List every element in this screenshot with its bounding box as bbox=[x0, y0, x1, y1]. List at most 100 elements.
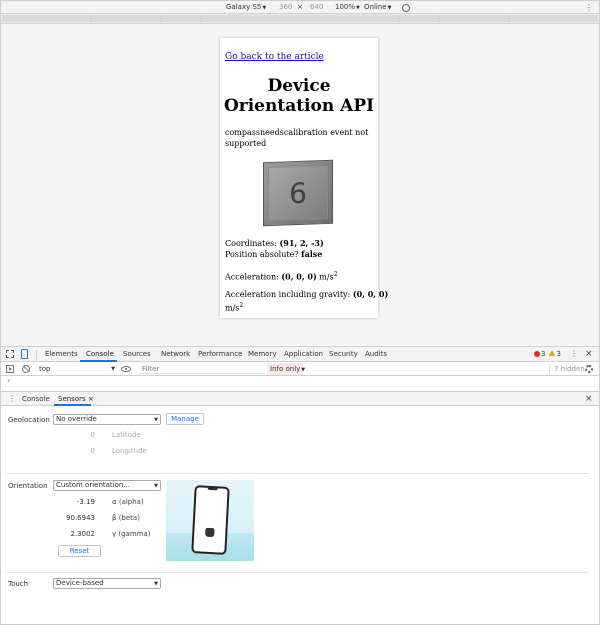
console-toolbar: top▼ Info only▼ 7 hidden bbox=[1, 362, 599, 376]
issues-counter[interactable]: 33 bbox=[534, 350, 561, 358]
divider bbox=[6, 473, 589, 474]
orientation-preview[interactable] bbox=[166, 480, 254, 561]
beta-label: β (beta) bbox=[112, 514, 140, 522]
unit-exponent: 2 bbox=[239, 302, 244, 309]
reset-button[interactable]: Reset bbox=[58, 545, 101, 557]
chevron-down-icon: ▼ bbox=[301, 367, 306, 373]
beta-input[interactable]: 90.6943 bbox=[51, 514, 95, 522]
chevron-down-icon: ▼ bbox=[154, 483, 158, 489]
position-absolute-line: Position absolute? false bbox=[225, 249, 322, 260]
error-count: 3 bbox=[541, 350, 546, 358]
geolocation-select[interactable]: No override ▼ bbox=[53, 414, 161, 425]
close-drawer-icon[interactable]: × bbox=[585, 395, 593, 404]
clear-console-icon[interactable] bbox=[22, 365, 30, 373]
chevron-down-icon: ▼ bbox=[111, 366, 115, 372]
drawer-tab-sensors[interactable]: Sensors × bbox=[58, 395, 94, 404]
chevron-down-icon: ▼ bbox=[387, 5, 392, 11]
context-value: top bbox=[39, 365, 51, 373]
tab-application[interactable]: Application bbox=[284, 350, 323, 359]
zoom-select[interactable]: 100%▼ bbox=[335, 3, 360, 13]
unit-exponent: 2 bbox=[333, 271, 338, 278]
tab-elements[interactable]: Elements bbox=[45, 350, 78, 359]
hidden-count: 7 hidden bbox=[549, 364, 585, 374]
geolocation-label: Geolocation bbox=[8, 416, 50, 424]
orientation-label: Orientation bbox=[8, 482, 48, 490]
cube-face-label: 6 bbox=[289, 176, 307, 211]
media-query-ruler bbox=[1, 14, 599, 24]
device-toggle-icon[interactable] bbox=[21, 349, 28, 359]
console-output[interactable]: › bbox=[1, 376, 599, 390]
sidebar-toggle-icon[interactable] bbox=[6, 365, 14, 373]
tab-audits[interactable]: Audits bbox=[365, 350, 387, 359]
sensors-panel: Geolocation No override ▼ Manage 0 Latitu… bbox=[1, 406, 599, 624]
orientation-select[interactable]: Custom orientation... ▼ bbox=[53, 480, 161, 491]
filter-input[interactable] bbox=[139, 364, 265, 374]
gear-icon[interactable] bbox=[585, 365, 593, 373]
tab-performance[interactable]: Performance bbox=[198, 350, 242, 359]
network-select[interactable]: Online▼ bbox=[364, 3, 391, 13]
touch-label: Touch bbox=[8, 580, 29, 588]
acceleration-line: Acceleration: (0, 0, 0) m/s2 bbox=[225, 269, 338, 283]
log-levels-select[interactable]: Info only▼ bbox=[267, 363, 306, 375]
ruler-segment[interactable] bbox=[201, 15, 399, 22]
manage-button[interactable]: Manage bbox=[166, 413, 204, 425]
tab-memory[interactable]: Memory bbox=[248, 350, 276, 359]
levels-value: Info only bbox=[270, 365, 301, 373]
width-input[interactable]: 360 bbox=[279, 3, 292, 12]
position-absolute-value: false bbox=[301, 249, 323, 259]
drawer-tab-label: Sensors bbox=[58, 395, 86, 403]
acceleration-gravity-unit: m/s bbox=[225, 303, 240, 313]
devtools-tabbar: Elements Console Sources Network Perform… bbox=[1, 346, 599, 362]
latitude-label: Latitude bbox=[112, 431, 141, 439]
acceleration-gravity-label: Acceleration including gravity: bbox=[225, 290, 353, 299]
tab-network[interactable]: Network bbox=[161, 350, 190, 359]
tab-security[interactable]: Security bbox=[329, 350, 358, 359]
warning-count: 3 bbox=[556, 350, 561, 358]
drawer-menu-icon[interactable]: ⋮ bbox=[8, 395, 16, 403]
longitude-input[interactable]: 0 bbox=[51, 447, 95, 455]
warning-icon bbox=[549, 350, 556, 356]
drawer-tab-console[interactable]: Console bbox=[22, 395, 50, 404]
tab-sources[interactable]: Sources bbox=[123, 350, 151, 359]
phone-notch bbox=[207, 487, 218, 491]
tab-console[interactable]: Console bbox=[86, 350, 114, 359]
calibration-warning: compassneedscalibration event not suppor… bbox=[225, 128, 369, 148]
phone-model bbox=[191, 485, 230, 555]
context-select[interactable]: top ▼ bbox=[39, 364, 115, 374]
close-tab-icon[interactable]: × bbox=[88, 395, 94, 403]
touch-value: Device-based bbox=[56, 579, 104, 587]
height-input[interactable]: 640 bbox=[310, 3, 323, 12]
device-name: Galaxy S5 bbox=[226, 3, 262, 11]
position-absolute-label: Position absolute? bbox=[225, 250, 302, 259]
acceleration-gravity-line: Acceleration including gravity: (0, 0, 0… bbox=[225, 289, 388, 300]
chevron-down-icon: ▼ bbox=[154, 581, 158, 587]
zoom-value: 100% bbox=[335, 3, 356, 11]
network-value: Online bbox=[364, 3, 387, 11]
eye-icon[interactable] bbox=[121, 366, 131, 372]
prompt-icon: › bbox=[7, 376, 11, 385]
chevron-down-icon: ▼ bbox=[262, 5, 267, 11]
divider bbox=[36, 350, 37, 360]
emulated-page: Go back to the article Device Orientatio… bbox=[220, 38, 388, 318]
gamma-input[interactable]: 2.3002 bbox=[51, 530, 96, 538]
device-toolbar: Galaxy S5▼ 360 × 640 100%▼ Online▼ ⋮ bbox=[1, 1, 599, 14]
touch-select[interactable]: Device-based ▼ bbox=[53, 578, 161, 589]
close-devtools-icon[interactable]: × bbox=[585, 350, 593, 359]
geolocation-value: No override bbox=[56, 415, 97, 423]
more-options-icon[interactable]: ⋮ bbox=[570, 350, 578, 358]
inspect-element-icon[interactable] bbox=[6, 350, 14, 358]
alpha-input[interactable]: -3.19 bbox=[51, 498, 95, 506]
coordinates-label: Coordinates: bbox=[225, 239, 280, 248]
device-select[interactable]: Galaxy S5▼ bbox=[226, 3, 266, 13]
coordinates-values: (91, 2, -3) bbox=[279, 238, 324, 248]
rotate-icon[interactable] bbox=[402, 4, 411, 12]
chevron-down-icon: ▼ bbox=[356, 5, 360, 11]
times-icon: × bbox=[297, 3, 303, 11]
back-link[interactable]: Go back to the article bbox=[225, 52, 324, 62]
acceleration-values: (0, 0, 0) bbox=[281, 271, 317, 282]
acceleration-gravity-values: (0, 0, 0) bbox=[352, 289, 389, 299]
more-options-icon[interactable]: ⋮ bbox=[585, 4, 593, 12]
error-icon bbox=[534, 351, 540, 357]
chevron-down-icon: ▼ bbox=[154, 417, 158, 423]
latitude-input[interactable]: 0 bbox=[51, 431, 95, 439]
